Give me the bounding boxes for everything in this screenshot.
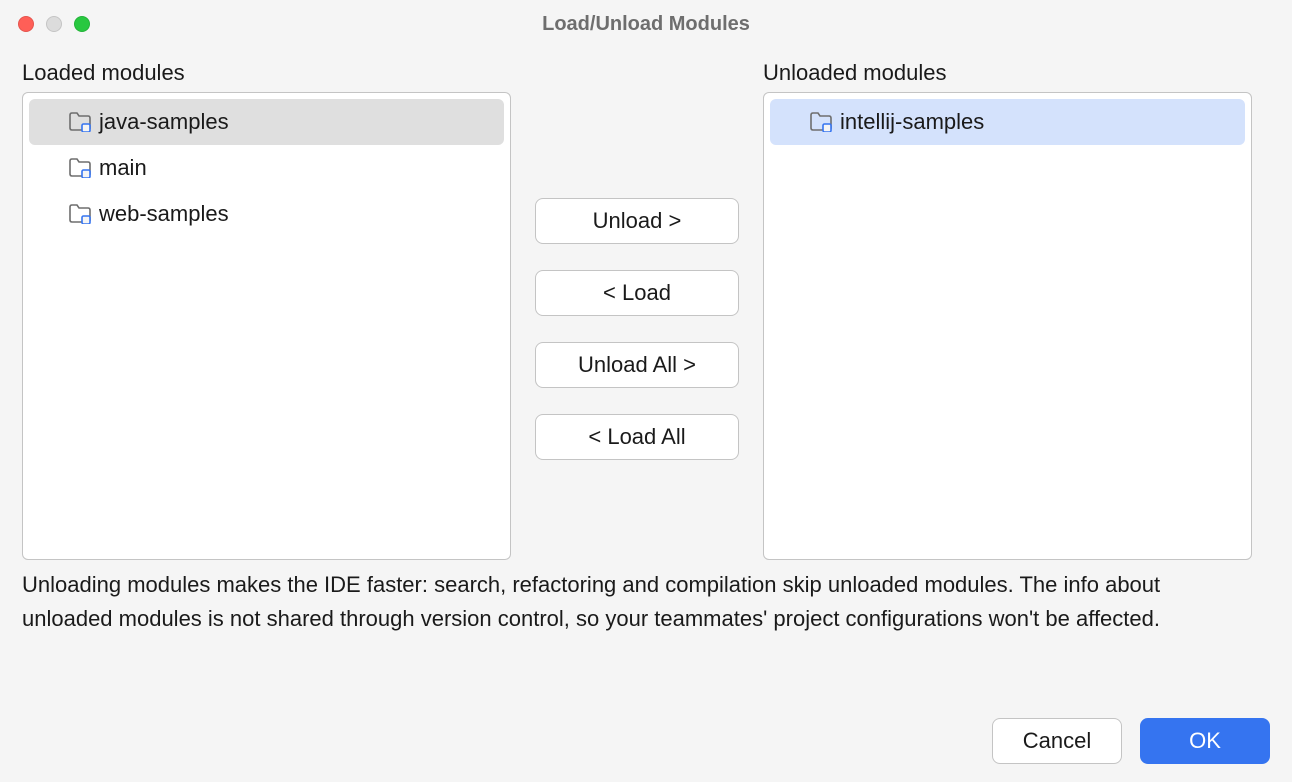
maximize-window-button[interactable] (74, 16, 90, 32)
module-icon (810, 112, 832, 132)
module-item[interactable]: main (29, 145, 504, 191)
window-title: Load/Unload Modules (0, 13, 1292, 36)
module-item[interactable]: java-samples (29, 99, 504, 145)
module-icon (69, 112, 91, 132)
unloaded-label: Unloaded modules (763, 60, 1252, 86)
traffic-lights (18, 16, 90, 32)
module-icon (69, 158, 91, 178)
transfer-buttons: Unload > < Load Unload All > < Load All (535, 60, 739, 560)
content: Loaded modules java-samples main web-sam… (0, 48, 1292, 700)
load-button[interactable]: < Load (535, 270, 739, 316)
loaded-modules-list[interactable]: java-samples main web-samples (22, 92, 511, 560)
cancel-button[interactable]: Cancel (992, 718, 1122, 764)
close-window-button[interactable] (18, 16, 34, 32)
module-item[interactable]: intellij-samples (770, 99, 1245, 145)
ok-button[interactable]: OK (1140, 718, 1270, 764)
module-icon (69, 204, 91, 224)
load-all-button[interactable]: < Load All (535, 414, 739, 460)
loaded-column: Loaded modules java-samples main web-sam… (22, 60, 511, 560)
module-item[interactable]: web-samples (29, 191, 504, 237)
unloaded-column: Unloaded modules intellij-samples (763, 60, 1252, 560)
module-name: main (99, 155, 147, 181)
minimize-window-button[interactable] (46, 16, 62, 32)
module-name: intellij-samples (840, 109, 984, 135)
unload-button[interactable]: Unload > (535, 198, 739, 244)
module-name: java-samples (99, 109, 229, 135)
unloaded-modules-list[interactable]: intellij-samples (763, 92, 1252, 560)
footer: Cancel OK (0, 700, 1292, 782)
description-text: Unloading modules makes the IDE faster: … (22, 568, 1270, 636)
module-name: web-samples (99, 201, 229, 227)
unload-all-button[interactable]: Unload All > (535, 342, 739, 388)
dialog-window: Load/Unload Modules Loaded modules java-… (0, 0, 1292, 782)
loaded-label: Loaded modules (22, 60, 511, 86)
titlebar: Load/Unload Modules (0, 0, 1292, 48)
columns: Loaded modules java-samples main web-sam… (22, 60, 1270, 560)
